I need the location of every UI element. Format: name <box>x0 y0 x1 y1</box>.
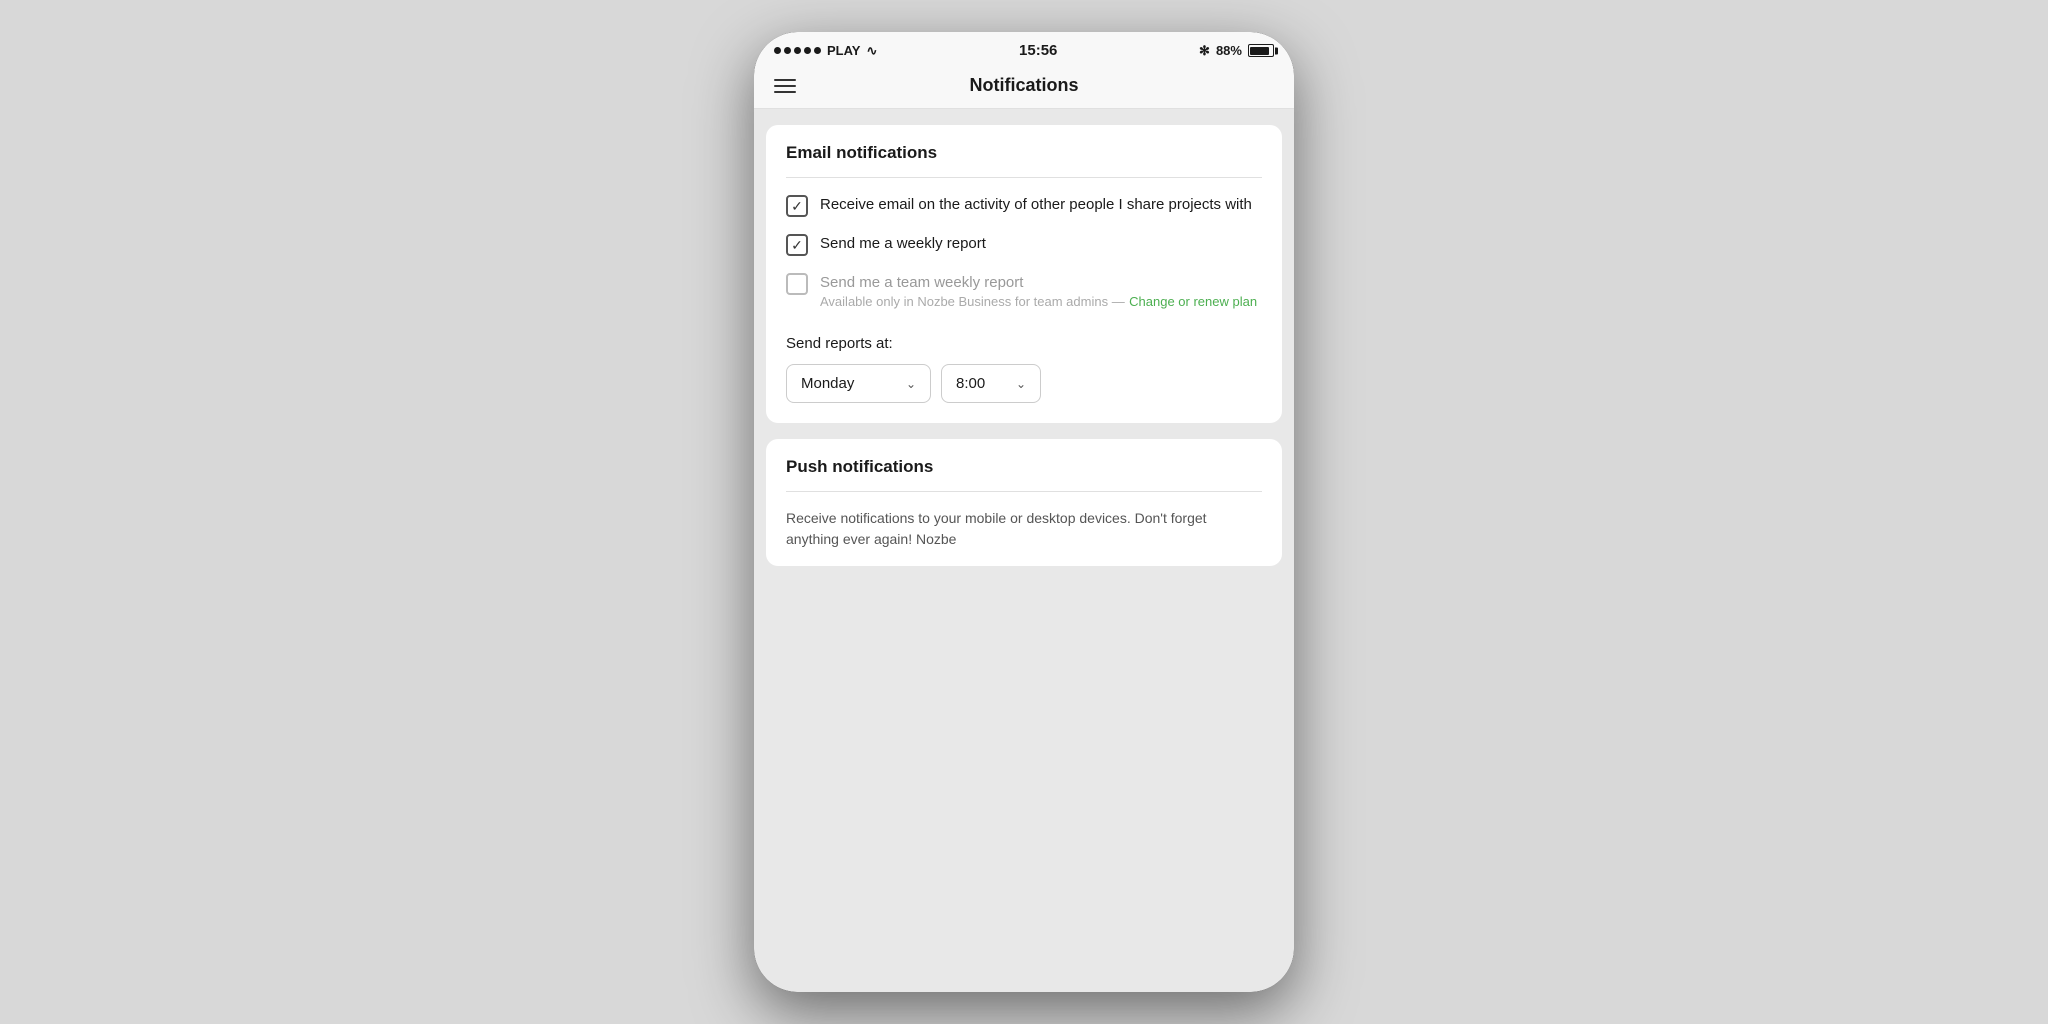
battery-percent: 88% <box>1216 43 1242 58</box>
day-dropdown[interactable]: Monday ⌄ <box>786 364 931 403</box>
email-notifications-card: Email notifications ✓ Receive email on t… <box>766 125 1282 423</box>
checkmark-weekly: ✓ <box>791 238 803 252</box>
hamburger-line-2 <box>774 85 796 87</box>
checkbox-weekly[interactable]: ✓ <box>786 234 808 256</box>
send-reports-label: Send reports at: <box>786 335 1262 352</box>
checkbox-item-activity: ✓ Receive email on the activity of other… <box>786 194 1262 217</box>
checkbox-label-team-weekly: Send me a team weekly report <box>820 274 1023 291</box>
status-left: PLAY ∿ <box>774 43 877 59</box>
status-time: 15:56 <box>1019 42 1057 59</box>
signal-dot-1 <box>774 47 781 54</box>
checkmark-activity: ✓ <box>791 199 803 213</box>
push-card-body: Receive notifications to your mobile or … <box>766 492 1282 566</box>
battery-container <box>1248 44 1274 57</box>
battery-fill <box>1250 47 1268 55</box>
day-dropdown-arrow: ⌄ <box>906 377 916 391</box>
checkbox-team-weekly-content: Send me a team weekly report Available o… <box>820 272 1257 311</box>
bluetooth-icon: ✻ <box>1199 43 1210 59</box>
signal-dot-4 <box>804 47 811 54</box>
nav-bar: Notifications <box>754 65 1294 109</box>
dropdowns-row: Monday ⌄ 8:00 ⌄ <box>786 364 1262 403</box>
email-card-header: Email notifications <box>766 125 1282 177</box>
push-description: Receive notifications to your mobile or … <box>786 510 1207 547</box>
checkbox-item-weekly: ✓ Send me a weekly report <box>786 233 1262 256</box>
checkbox-label-activity: Receive email on the activity of other p… <box>820 194 1262 215</box>
phone-frame: PLAY ∿ 15:56 ✻ 88% Notifications <box>754 32 1294 992</box>
day-dropdown-text: Monday <box>801 375 854 392</box>
availability-text: Available only in Nozbe Business for tea… <box>820 294 1125 309</box>
page-title: Notifications <box>969 75 1078 96</box>
battery-icon <box>1248 44 1274 57</box>
push-notifications-card: Push notifications Receive notifications… <box>766 439 1282 566</box>
signal-dot-5 <box>814 47 821 54</box>
hamburger-button[interactable] <box>774 79 796 93</box>
change-plan-link[interactable]: Change or renew plan <box>1129 294 1257 309</box>
checkbox-item-team-weekly: Send me a team weekly report Available o… <box>786 272 1262 311</box>
status-right: ✻ 88% <box>1199 43 1274 59</box>
signal-dots <box>774 47 821 54</box>
signal-dot-2 <box>784 47 791 54</box>
availability-info: Available only in Nozbe Business for tea… <box>820 293 1257 311</box>
checkbox-activity[interactable]: ✓ <box>786 195 808 217</box>
push-card-header: Push notifications <box>766 439 1282 491</box>
email-card-body: ✓ Receive email on the activity of other… <box>766 178 1282 423</box>
hamburger-line-3 <box>774 91 796 93</box>
email-card-title: Email notifications <box>786 143 937 162</box>
time-dropdown-text: 8:00 <box>956 375 985 392</box>
scroll-area[interactable]: Email notifications ✓ Receive email on t… <box>754 109 1294 992</box>
time-dropdown[interactable]: 8:00 ⌄ <box>941 364 1041 403</box>
checkbox-team-weekly[interactable] <box>786 273 808 295</box>
status-bar: PLAY ∿ 15:56 ✻ 88% <box>754 32 1294 65</box>
push-card-title: Push notifications <box>786 457 933 476</box>
hamburger-line-1 <box>774 79 796 81</box>
checkbox-label-weekly: Send me a weekly report <box>820 233 1262 254</box>
wifi-icon: ∿ <box>866 43 877 59</box>
carrier-label: PLAY <box>827 43 860 58</box>
phone-screen: PLAY ∿ 15:56 ✻ 88% Notifications <box>754 32 1294 992</box>
send-reports-section: Send reports at: Monday ⌄ 8:00 ⌄ <box>786 327 1262 403</box>
signal-dot-3 <box>794 47 801 54</box>
time-dropdown-arrow: ⌄ <box>1016 377 1026 391</box>
